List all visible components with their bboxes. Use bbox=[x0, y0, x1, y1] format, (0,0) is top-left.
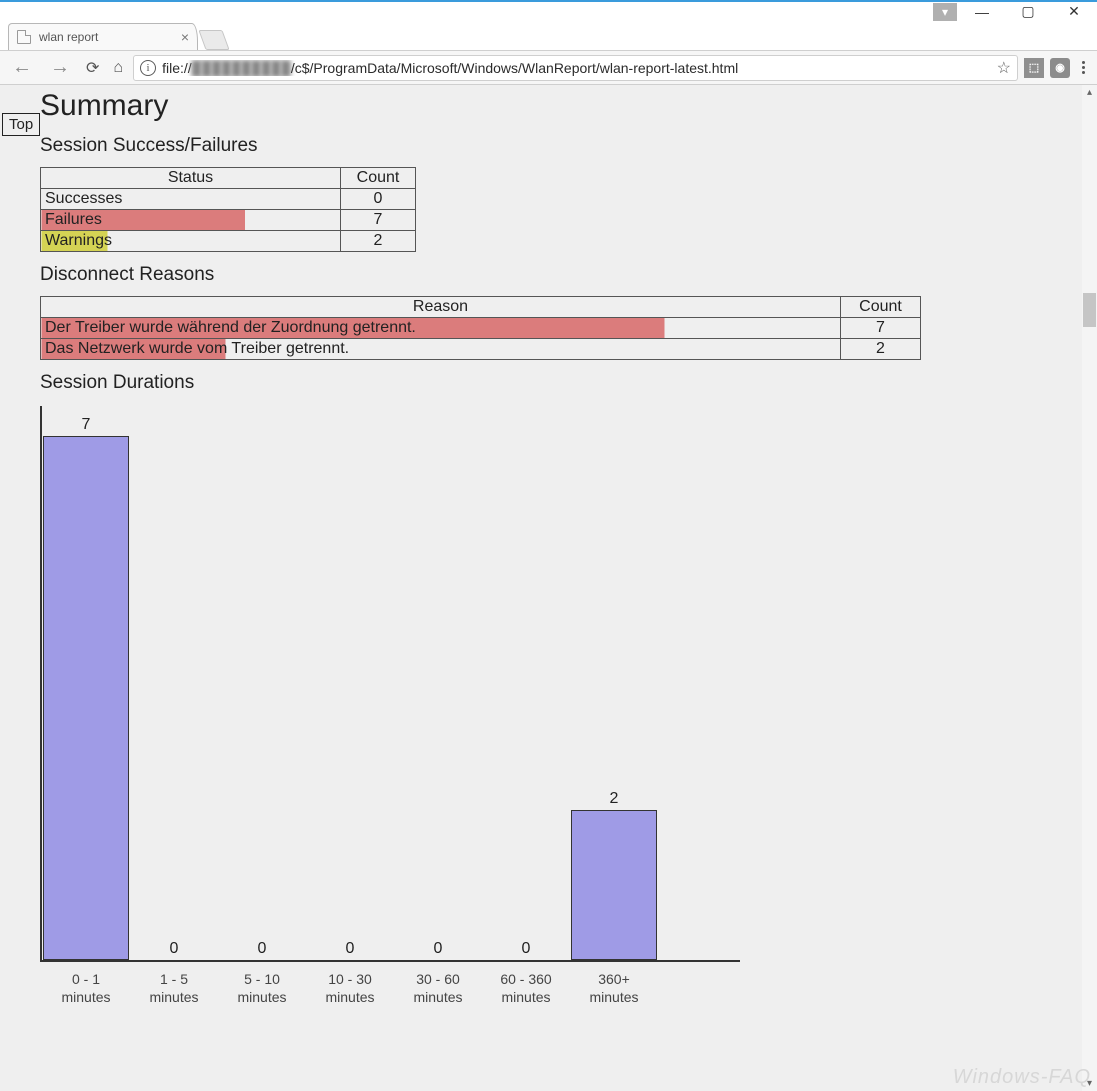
scroll-up-icon[interactable]: ▴ bbox=[1082, 85, 1097, 100]
top-link[interactable]: Top bbox=[2, 113, 40, 136]
bar-value-label: 0 bbox=[170, 940, 179, 958]
col-count: Count bbox=[841, 297, 921, 318]
address-bar[interactable]: i file://██████████/c$/ProgramData/Micro… bbox=[133, 55, 1018, 81]
count-cell: 2 bbox=[841, 339, 921, 360]
bar-category-label: 0 - 1minutes bbox=[42, 971, 130, 1006]
table-row: Warnings2 bbox=[41, 231, 416, 252]
nav-forward-icon[interactable]: → bbox=[44, 56, 76, 79]
bar-category-label: 1 - 5minutes bbox=[130, 971, 218, 1006]
new-tab-button[interactable] bbox=[198, 30, 229, 50]
reason-cell: Das Netzwerk wurde vom Treiber getrennt. bbox=[41, 339, 841, 360]
bar-rect bbox=[43, 436, 129, 960]
bar-value-label: 7 bbox=[82, 416, 91, 434]
reason-cell: Der Treiber wurde während der Zuordnung … bbox=[41, 318, 841, 339]
page-viewport: Top Summary Session Success/Failures Sta… bbox=[0, 85, 1097, 1091]
bookmark-star-icon[interactable]: ☆ bbox=[997, 58, 1011, 78]
col-status: Status bbox=[41, 168, 341, 189]
status-cell: Successes bbox=[41, 189, 341, 210]
bar-value-label: 0 bbox=[522, 940, 531, 958]
user-icon[interactable]: ▾ bbox=[933, 3, 957, 21]
bar-value-label: 0 bbox=[346, 940, 355, 958]
count-cell: 7 bbox=[841, 318, 921, 339]
bar-category-label: 10 - 30minutes bbox=[306, 971, 394, 1006]
count-cell: 2 bbox=[341, 231, 416, 252]
session-table: Status Count Successes0Failures7Warnings… bbox=[40, 167, 416, 252]
bar-category-label: 360+minutes bbox=[570, 971, 658, 1006]
heading-session-successes: Session Success/Failures bbox=[40, 135, 1097, 157]
table-row: Das Netzwerk wurde vom Treiber getrennt.… bbox=[41, 339, 921, 360]
count-cell: 7 bbox=[341, 210, 416, 231]
maximize-button[interactable]: ▢ bbox=[1005, 2, 1051, 21]
table-row: Der Treiber wurde während der Zuordnung … bbox=[41, 318, 921, 339]
minimize-button[interactable]: — bbox=[959, 2, 1005, 21]
disconnect-table: Reason Count Der Treiber wurde während d… bbox=[40, 296, 921, 360]
col-reason: Reason bbox=[41, 297, 841, 318]
status-cell: Warnings bbox=[41, 231, 341, 252]
browser-toolbar: ← → ⟳ ⌂ i file://██████████/c$/ProgramDa… bbox=[0, 50, 1097, 85]
vertical-scrollbar[interactable]: ▴ ▾ bbox=[1082, 85, 1097, 1091]
table-row: Successes0 bbox=[41, 189, 416, 210]
browser-tab[interactable]: wlan report × bbox=[8, 23, 198, 50]
tab-strip: wlan report × bbox=[0, 21, 1097, 50]
window-titlebar: ▾ — ▢ ✕ bbox=[0, 0, 1097, 21]
pdf-extension-icon[interactable]: ⬚ bbox=[1024, 58, 1044, 78]
bar-category-label: 5 - 10minutes bbox=[218, 971, 306, 1006]
chart-bar: 0 bbox=[482, 406, 570, 960]
count-cell: 0 bbox=[341, 189, 416, 210]
bar-rect bbox=[571, 810, 657, 960]
chart-xaxis bbox=[40, 960, 740, 962]
bar-category-label: 60 - 360minutes bbox=[482, 971, 570, 1006]
chart-bar: 7 bbox=[42, 406, 130, 960]
bar-category-label: 30 - 60minutes bbox=[394, 971, 482, 1006]
nav-back-icon[interactable]: ← bbox=[6, 56, 38, 79]
chart-bar: 0 bbox=[394, 406, 482, 960]
bar-value-label: 0 bbox=[434, 940, 443, 958]
col-count: Count bbox=[341, 168, 416, 189]
heading-disconnect: Disconnect Reasons bbox=[40, 264, 1097, 286]
page-content: Top Summary Session Success/Failures Sta… bbox=[0, 85, 1097, 1006]
chart-bar: 0 bbox=[218, 406, 306, 960]
home-icon[interactable]: ⌂ bbox=[109, 59, 127, 77]
chart-bar: 2 bbox=[570, 406, 658, 960]
heading-durations: Session Durations bbox=[40, 372, 1097, 394]
close-window-button[interactable]: ✕ bbox=[1051, 2, 1097, 21]
close-tab-icon[interactable]: × bbox=[181, 29, 189, 45]
url-text: file://██████████/c$/ProgramData/Microso… bbox=[162, 60, 738, 76]
chart-bar: 0 bbox=[306, 406, 394, 960]
extension-icon[interactable]: ◉ bbox=[1050, 58, 1070, 78]
watermark: Windows-FAQ bbox=[953, 1066, 1091, 1089]
page-icon bbox=[17, 30, 31, 44]
tab-title: wlan report bbox=[39, 30, 98, 44]
bar-value-label: 0 bbox=[258, 940, 267, 958]
status-cell: Failures bbox=[41, 210, 341, 231]
site-info-icon[interactable]: i bbox=[140, 60, 156, 76]
table-row: Failures7 bbox=[41, 210, 416, 231]
bar-value-label: 2 bbox=[610, 790, 619, 808]
heading-summary: Summary bbox=[40, 89, 1097, 123]
chart-bar: 0 bbox=[130, 406, 218, 960]
browser-menu-icon[interactable] bbox=[1076, 61, 1091, 74]
scroll-thumb[interactable] bbox=[1083, 293, 1096, 327]
session-durations-chart: 7 0 0 0 0 0 2 0 - 1minutes1 - 5minutes5 - 10mi… bbox=[40, 406, 740, 1006]
reload-icon[interactable]: ⟳ bbox=[82, 58, 103, 78]
